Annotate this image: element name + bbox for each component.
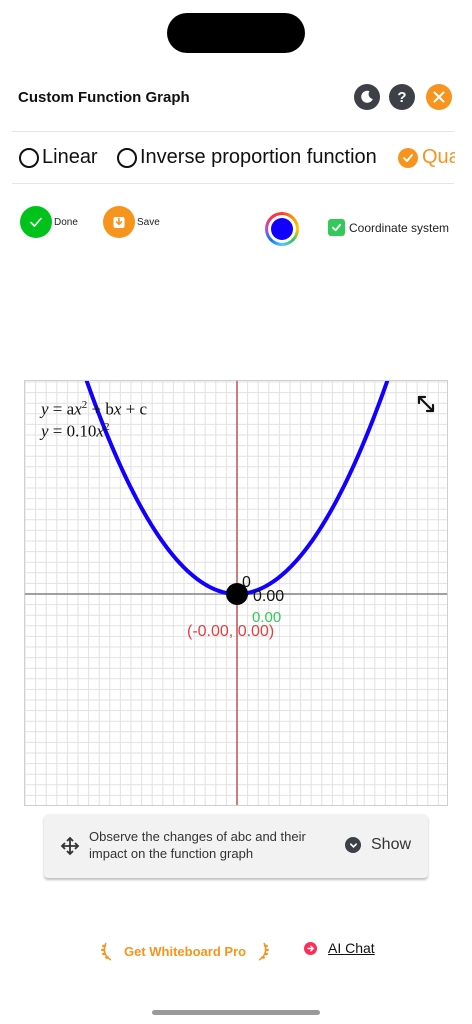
- dynamic-island: [167, 13, 305, 53]
- checkbox-checked-icon: [328, 219, 345, 236]
- expand-icon[interactable]: [415, 393, 437, 415]
- divider: [12, 131, 454, 132]
- show-button[interactable]: Show: [371, 836, 411, 854]
- chevron-down-icon[interactable]: [345, 837, 361, 853]
- tab-linear[interactable]: Linear: [19, 146, 98, 169]
- radio-unchecked-icon: [117, 147, 137, 168]
- footer: Get Whiteboard Pro AI Chat: [0, 938, 472, 962]
- save-button[interactable]: Save: [103, 206, 160, 238]
- point-coordinates-label: (-0.00, 0.00): [187, 623, 274, 640]
- divider: [12, 183, 454, 184]
- home-indicator: [152, 1010, 320, 1015]
- equation-general: y = ax2 + bx + c: [41, 399, 148, 419]
- move-icon[interactable]: [60, 836, 80, 856]
- ai-chat-link[interactable]: AI Chat: [304, 940, 375, 956]
- function-graph[interactable]: 0 0.00 0.00 (-0.00, 0.00) y = ax2 + bx +…: [24, 380, 448, 806]
- dark-mode-button[interactable]: [354, 84, 380, 110]
- done-button[interactable]: Done: [20, 206, 78, 238]
- tab-label: Qua: [422, 146, 455, 168]
- equation-specific: y = 0.10x2: [41, 421, 110, 441]
- save-icon: [103, 206, 135, 238]
- laurel-right-icon: [258, 942, 270, 961]
- origin-label: 0: [242, 574, 251, 591]
- tab-inverse-proportion[interactable]: Inverse proportion function: [117, 146, 377, 169]
- moon-icon: [361, 90, 373, 103]
- color-picker-ring: [268, 215, 296, 243]
- color-picker-button[interactable]: [265, 212, 299, 246]
- get-pro-button[interactable]: Get Whiteboard Pro: [100, 940, 270, 962]
- radio-unchecked-icon: [19, 147, 39, 168]
- page-title: Custom Function Graph: [18, 89, 190, 106]
- observe-hint-panel: Observe the changes of abc and their imp…: [44, 814, 428, 878]
- coordinate-system-toggle[interactable]: Coordinate system: [328, 219, 449, 236]
- arrow-right-icon: [304, 941, 317, 955]
- coordinate-system-label: Coordinate system: [349, 220, 450, 235]
- laurel-left-icon: [101, 942, 112, 961]
- close-button[interactable]: [426, 84, 452, 110]
- save-label: Save: [137, 216, 160, 228]
- question-icon: ?: [397, 88, 407, 106]
- close-icon: [433, 91, 445, 103]
- tab-label: Inverse proportion function: [140, 146, 377, 168]
- check-icon: [20, 206, 52, 238]
- graph-canvas[interactable]: 0 0.00 0.00 (-0.00, 0.00): [25, 381, 448, 806]
- header: Custom Function Graph ?: [0, 80, 472, 116]
- selected-color-swatch: [271, 218, 293, 240]
- radio-checked-icon: [398, 147, 418, 168]
- vertex-value-label: 0.00: [253, 588, 284, 605]
- done-label: Done: [54, 216, 78, 228]
- get-pro-label: Get Whiteboard Pro: [124, 943, 247, 959]
- ai-chat-label: AI Chat: [328, 940, 375, 956]
- observe-text: Observe the changes of abc and their imp…: [89, 829, 306, 861]
- tab-label: Linear: [42, 146, 98, 168]
- function-type-tabs: Linear Inverse proportion function Qua: [0, 140, 455, 176]
- tab-quadratic[interactable]: Qua: [398, 146, 455, 169]
- help-button[interactable]: ?: [389, 84, 415, 110]
